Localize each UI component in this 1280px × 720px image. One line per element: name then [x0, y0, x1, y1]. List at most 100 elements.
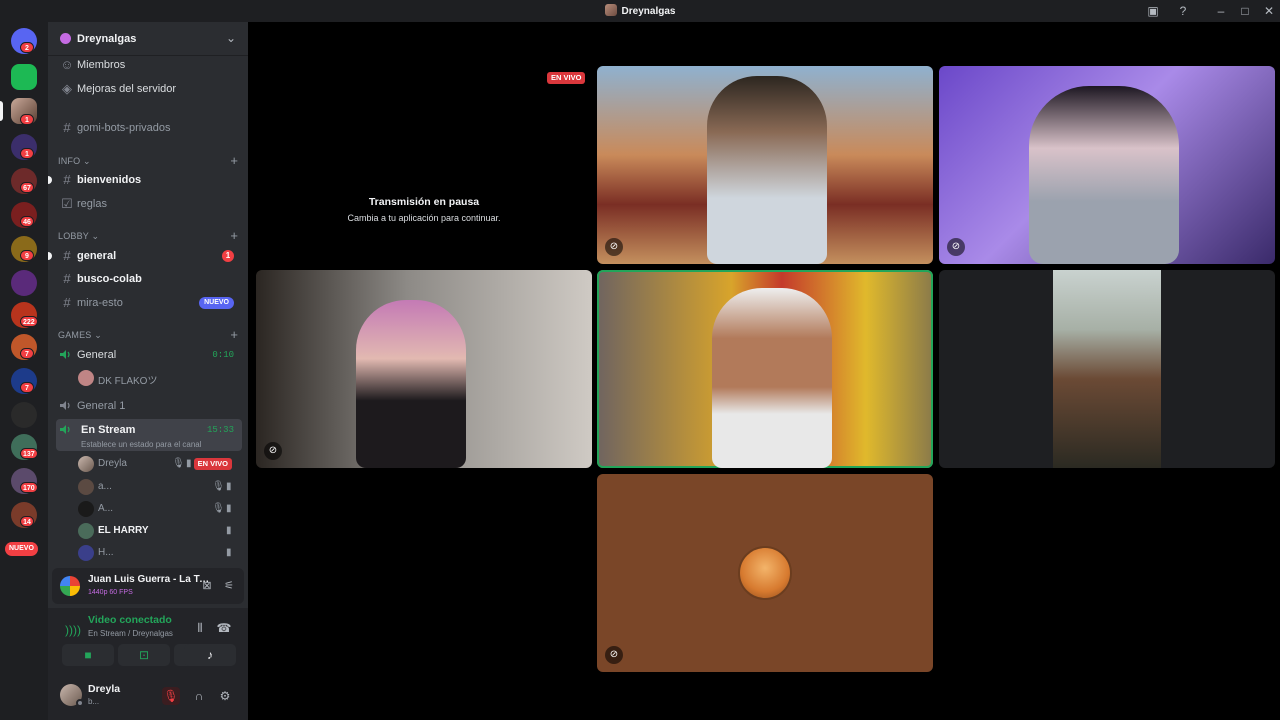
channel-general[interactable]: # general 1	[56, 245, 242, 267]
new-servers-badge[interactable]: NUEVO	[5, 542, 38, 556]
add-channel-icon[interactable]: +	[230, 327, 238, 342]
stream-quality: 1440p 60 FPS	[88, 589, 133, 596]
channel-label: En Stream	[81, 424, 136, 436]
user-name[interactable]: Dreyla	[88, 683, 120, 695]
voice-channel-general-1[interactable]: General 1	[56, 395, 242, 417]
channel-label: mira-esto	[77, 297, 123, 309]
avatar-tile[interactable]: ⊘	[597, 474, 933, 672]
members-icon: ☺	[60, 57, 74, 72]
server-badge: 1	[20, 148, 34, 159]
channel-gomi-bots[interactable]: # gomi-bots-privados	[56, 117, 242, 139]
channel-label: gomi-bots-privados	[77, 122, 171, 134]
voice-user-name: EL HARRY	[98, 525, 149, 536]
screen-share-button[interactable]: ⊡	[118, 644, 170, 666]
camera-icon: ▮	[226, 547, 232, 558]
signal-icon[interactable]: ))))	[65, 623, 81, 637]
voice-channel-en-stream[interactable]: En Stream 15:33 Establece un estado para…	[56, 419, 242, 451]
video-tile-speaking[interactable]	[597, 270, 933, 468]
activity-panel[interactable]: Juan Luis Guerra - La Travesía... 1440p …	[52, 568, 244, 604]
voice-channel-general[interactable]: General 0:10	[56, 344, 242, 366]
channel-busco-colab[interactable]: # busco-colab	[56, 268, 242, 290]
camera-icon: ▮	[226, 503, 232, 514]
channel-bienvenidos[interactable]: # bienvenidos	[56, 169, 242, 191]
voice-user-name: a...	[98, 481, 112, 492]
camera-button[interactable]: ■	[62, 644, 114, 666]
close-icon[interactable]: ✕	[1261, 3, 1277, 19]
voice-user-dreyla[interactable]: Dreyla 🎙 ▮ EN VIVO	[76, 454, 238, 474]
server-icon[interactable]	[11, 270, 37, 296]
voice-timer: 15:33	[206, 425, 234, 435]
mic-muted-icon: ⊘	[264, 442, 282, 460]
noise-suppression-icon[interactable]: ⦀	[192, 620, 208, 636]
rules-icon: ☑	[61, 196, 73, 211]
soundboard-button[interactable]: ♪	[184, 644, 236, 666]
mic-muted-icon: ⊘	[605, 238, 623, 256]
channel-reglas[interactable]: ☑ reglas	[56, 193, 242, 215]
person-silhouette	[356, 300, 466, 468]
minimize-icon[interactable]: –	[1213, 3, 1229, 19]
mic-muted-icon: ⊘	[605, 646, 623, 664]
server-icon[interactable]	[11, 402, 37, 428]
server-badge: 14	[20, 516, 34, 527]
help-icon[interactable]: ?	[1175, 3, 1191, 19]
category-label: INFO	[58, 156, 81, 166]
voice-user-name: A...	[98, 503, 114, 514]
boost-icon: ◈	[62, 81, 72, 96]
video-tile[interactable]: ⊘	[939, 66, 1275, 264]
category-games[interactable]: GAMES ⌄	[58, 330, 102, 341]
speaker-icon	[60, 350, 70, 359]
headphones-icon[interactable]: ∩	[190, 687, 208, 705]
person-silhouette	[712, 288, 832, 468]
hash-icon: #	[63, 248, 71, 263]
server-header[interactable]: Dreynalgas ⌄	[48, 22, 248, 56]
server-badge: 170	[20, 482, 38, 493]
mic-muted-icon: 🎙	[212, 481, 225, 492]
voice-user-name: Dreyla	[98, 458, 127, 469]
inbox-icon[interactable]: ▣	[1145, 3, 1161, 19]
mic-muted-icon: 🎙	[172, 458, 185, 469]
voice-user-name: H...	[98, 547, 114, 558]
voice-user[interactable]: a... 🎙 ▮	[76, 477, 238, 497]
cat-avatar	[738, 546, 792, 600]
title-bar: Dreynalgas ▣ ? – □ ✕	[0, 0, 1280, 22]
stream-settings-icon[interactable]: ⚟	[222, 579, 236, 593]
hangup-icon[interactable]: ☎	[216, 620, 232, 636]
hash-icon: #	[63, 172, 71, 187]
maximize-icon[interactable]: □	[1237, 3, 1253, 19]
paused-stream-tile[interactable]: Transmisión en pausa Cambia a tu aplicac…	[256, 66, 592, 264]
live-badge: EN VIVO	[193, 458, 232, 470]
voice-status[interactable]: Video conectado	[88, 614, 172, 626]
active-server-pip	[0, 101, 3, 121]
video-tile[interactable]: ⊘	[256, 270, 592, 468]
category-lobby[interactable]: LOBBY ⌄	[58, 231, 99, 242]
category-info[interactable]: INFO ⌄	[58, 156, 91, 167]
server-icon-green[interactable]	[11, 64, 37, 90]
unread-indicator	[48, 252, 52, 260]
voice-user-el-harry[interactable]: EL HARRY ▮	[76, 521, 238, 541]
voice-user[interactable]: A... 🎙 ▮	[76, 499, 238, 519]
add-channel-icon[interactable]: +	[230, 153, 238, 168]
channel-sidebar: Dreynalgas ⌄ ☺ Miembros ◈ Mejoras del se…	[48, 22, 248, 720]
server-badge: 7	[20, 382, 34, 393]
channel-label: reglas	[77, 198, 107, 210]
hash-icon: #	[63, 271, 71, 286]
video-tile[interactable]: ⊘	[597, 66, 933, 264]
members-link[interactable]: ☺ Miembros	[56, 54, 242, 76]
mic-muted-icon[interactable]: 🎙	[162, 687, 180, 705]
person-silhouette	[707, 76, 827, 264]
stop-stream-icon[interactable]: ⊠	[200, 579, 214, 593]
camera-icon: ▮	[186, 458, 192, 469]
unread-indicator	[48, 176, 52, 184]
voice-user[interactable]: DK FLAKOツ	[76, 368, 238, 388]
server-boosts-link[interactable]: ◈ Mejoras del servidor	[56, 78, 242, 100]
add-channel-icon[interactable]: +	[230, 228, 238, 243]
video-tile[interactable]	[939, 270, 1275, 468]
gear-icon[interactable]: ⚙	[216, 687, 234, 705]
channel-mira-esto[interactable]: # mira-esto NUEVO	[56, 292, 242, 314]
avatar	[78, 523, 94, 539]
person-silhouette	[1029, 86, 1179, 264]
channel-status[interactable]: Establece un estado para el canal	[81, 440, 202, 449]
server-badge: 9	[20, 250, 34, 261]
voice-channel-path[interactable]: En Stream / Dreynalgas	[88, 629, 173, 638]
voice-user[interactable]: H... ▮	[76, 543, 238, 563]
